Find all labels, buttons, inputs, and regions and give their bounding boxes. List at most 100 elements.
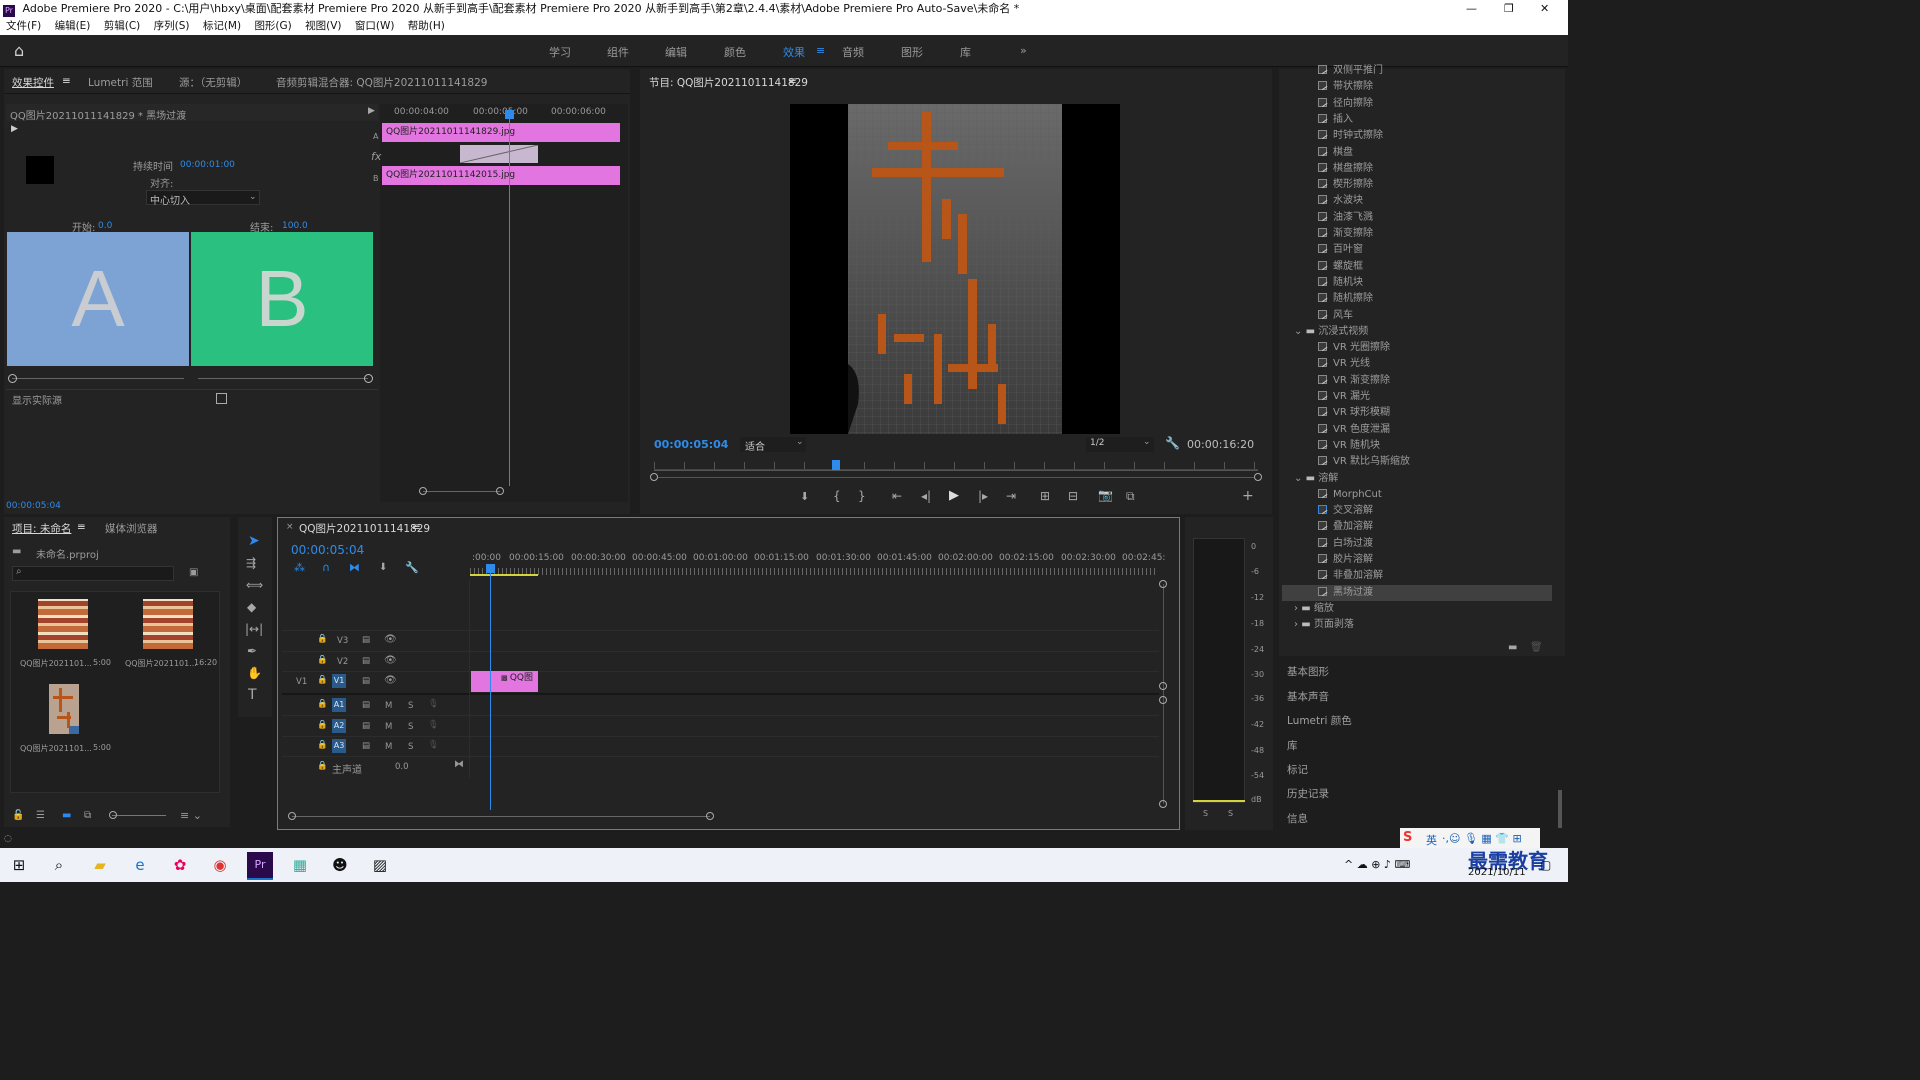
- play-icon[interactable]: ▶: [949, 488, 959, 503]
- effect-item[interactable]: 黑场过渡: [1282, 584, 1552, 601]
- tab-media-browser[interactable]: 媒体浏览器: [105, 521, 158, 536]
- timeline-tab[interactable]: QQ图片20211011141829: [299, 521, 430, 536]
- ws-audio[interactable]: 音频: [842, 44, 864, 60]
- ime-mode[interactable]: 英: [1426, 832, 1437, 848]
- menu-window[interactable]: 窗口(W): [355, 20, 395, 32]
- tab-audio-clip-mixer[interactable]: 音频剪辑混合器: QQ图片20211011141829: [276, 75, 487, 90]
- add-button-icon[interactable]: +: [1242, 488, 1254, 504]
- lock-icon[interactable]: 🔒: [317, 634, 328, 644]
- menu-view[interactable]: 视图(V): [305, 20, 341, 32]
- thumbnail-size-slider[interactable]: [112, 815, 166, 816]
- zoom-handle-right[interactable]: [1254, 473, 1262, 481]
- panel-essential-sound[interactable]: 基本声音: [1287, 689, 1329, 704]
- panel-markers[interactable]: 标记: [1287, 762, 1308, 777]
- ws-assembly[interactable]: 组件: [607, 44, 629, 60]
- project-search-input[interactable]: [12, 566, 174, 581]
- panel-lumetri-color[interactable]: Lumetri 颜色: [1287, 713, 1352, 728]
- effect-item[interactable]: 棋盘擦除: [1318, 161, 1373, 177]
- photos-icon[interactable]: ▨: [367, 852, 393, 878]
- zoom-handle-left[interactable]: [650, 473, 658, 481]
- menu-edit[interactable]: 编辑(E): [55, 20, 91, 32]
- track-a2-label[interactable]: A2: [332, 719, 346, 733]
- ws-learn[interactable]: 学习: [549, 44, 571, 60]
- lock-icon[interactable]: 🔒: [317, 699, 328, 709]
- play-transition-icon[interactable]: ▶: [11, 124, 18, 134]
- step-forward-icon[interactable]: |▸: [978, 489, 988, 503]
- menu-graphics[interactable]: 图形(G): [254, 20, 291, 32]
- effect-item[interactable]: VR 色度泄漏: [1318, 422, 1390, 438]
- start-slider-handle[interactable]: [8, 374, 17, 383]
- sync-lock-icon[interactable]: ▤: [362, 721, 370, 731]
- lock-icon[interactable]: 🔓: [12, 810, 24, 821]
- ws-effects-menu-icon[interactable]: ≡: [816, 44, 825, 57]
- ws-graphics[interactable]: 图形: [901, 44, 923, 60]
- menu-markers[interactable]: 标记(M): [203, 20, 241, 32]
- tab-source[interactable]: 源：（无剪辑）: [179, 75, 247, 90]
- slip-tool-icon[interactable]: |↔|: [245, 622, 263, 636]
- effect-folder[interactable]: ⌄ ▬ 沉浸式视频: [1294, 324, 1368, 340]
- effect-item[interactable]: 双侧平推门: [1318, 63, 1383, 79]
- sort-icon[interactable]: ≡ ⌄: [180, 809, 202, 822]
- ime-tools-icon[interactable]: ·,☺ 🎙 ▦ 👕 ⊞: [1442, 832, 1522, 845]
- mark-in-icon[interactable]: {: [833, 489, 841, 503]
- app-icon[interactable]: ✿: [167, 852, 193, 878]
- effect-item[interactable]: VR 随机块: [1318, 438, 1380, 454]
- menu-help[interactable]: 帮助(H): [408, 20, 445, 32]
- show-source-checkbox[interactable]: [216, 393, 227, 404]
- mini-scroll-handle-left[interactable]: [419, 487, 427, 495]
- effect-item[interactable]: 交叉溶解: [1318, 503, 1373, 519]
- program-title[interactable]: 节目: QQ图片20211011141829: [649, 75, 808, 90]
- icon-view-icon[interactable]: ▬: [62, 810, 71, 821]
- clip-b[interactable]: QQ图片20211011142015.jpg: [382, 166, 620, 185]
- home-icon[interactable]: ⌂: [14, 41, 24, 60]
- nest-icon[interactable]: ⁂: [294, 561, 305, 574]
- panel-essential-graphics[interactable]: 基本图形: [1287, 664, 1329, 679]
- razor-tool-icon[interactable]: ◆: [247, 600, 256, 614]
- more-workspaces-icon[interactable]: »: [1020, 44, 1027, 57]
- file-explorer-icon[interactable]: ▰: [87, 852, 113, 878]
- effect-folder[interactable]: › ▬ 页面剥落: [1294, 617, 1354, 633]
- ws-libraries[interactable]: 库: [960, 44, 971, 60]
- lock-icon[interactable]: 🔒: [317, 740, 328, 750]
- track-select-tool-icon[interactable]: ⇶: [246, 556, 256, 570]
- windows-start-icon[interactable]: ⊞: [6, 852, 32, 878]
- program-menu-icon[interactable]: ≡: [788, 75, 797, 87]
- sync-lock-icon[interactable]: ▤: [362, 635, 370, 645]
- effect-controls-timecode[interactable]: 00:00:05:04: [6, 501, 61, 511]
- timeline-playhead[interactable]: [490, 566, 491, 810]
- timeline-settings-icon[interactable]: 🔧: [405, 561, 419, 574]
- vscroll-handle[interactable]: [1159, 800, 1167, 808]
- maximize-button[interactable]: ❐: [1504, 0, 1514, 18]
- effect-item[interactable]: 径向擦除: [1318, 96, 1373, 112]
- end-value[interactable]: 100.0: [282, 221, 308, 231]
- start-value[interactable]: 0.0: [98, 221, 112, 231]
- ws-color[interactable]: 颜色: [724, 44, 746, 60]
- effect-item[interactable]: 楔形擦除: [1318, 177, 1373, 193]
- app-icon[interactable]: ▦: [287, 852, 313, 878]
- track-v1-label[interactable]: V1: [332, 674, 346, 688]
- mute-a2-button[interactable]: M: [385, 722, 392, 732]
- end-slider-handle[interactable]: [364, 374, 373, 383]
- work-area-bar[interactable]: [470, 574, 538, 576]
- timeline-clip-v1[interactable]: ▩ QQ图: [471, 671, 538, 692]
- sync-lock-icon[interactable]: ▤: [362, 676, 370, 686]
- vscroll-handle[interactable]: [1159, 580, 1167, 588]
- type-tool-icon[interactable]: T: [248, 687, 257, 703]
- lock-icon[interactable]: 🔒: [317, 675, 328, 685]
- project-item-thumbnail[interactable]: [38, 599, 88, 649]
- search-icon[interactable]: ⌕: [46, 852, 72, 878]
- effect-item[interactable]: 胶片溶解: [1318, 552, 1373, 568]
- sync-lock-icon[interactable]: ▤: [362, 700, 370, 710]
- eye-icon[interactable]: 👁: [384, 634, 397, 645]
- mute-a3-button[interactable]: M: [385, 742, 392, 752]
- hscroll-handle-left[interactable]: [288, 812, 296, 820]
- hand-tool-icon[interactable]: ✋: [247, 666, 262, 680]
- tray-icons[interactable]: ^ ☁ ⊕ ♪ ⌨: [1344, 858, 1410, 871]
- panel-info[interactable]: 信息: [1287, 811, 1308, 826]
- new-bin-icon[interactable]: ▬: [1508, 642, 1517, 653]
- mini-scroll-handle-right[interactable]: [496, 487, 504, 495]
- pen-tool-icon[interactable]: ✒: [247, 644, 257, 658]
- effect-item[interactable]: 非叠加溶解: [1318, 568, 1383, 584]
- wrench-icon[interactable]: 🔧: [1165, 436, 1180, 450]
- effect-item[interactable]: VR 默比乌斯缩放: [1318, 454, 1410, 470]
